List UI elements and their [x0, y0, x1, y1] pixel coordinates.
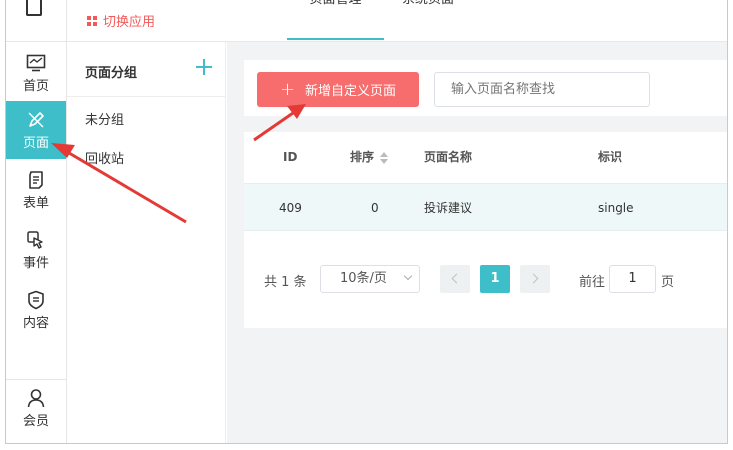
goto-label: 前往	[579, 275, 606, 290]
shield-doc-icon	[28, 290, 44, 310]
group-item-ungrouped[interactable]: 未分组	[85, 109, 124, 128]
add-group-icon[interactable]	[195, 58, 213, 76]
nav-item-events[interactable]: 事件	[6, 221, 66, 279]
form-icon	[29, 171, 43, 189]
total-count: 共 1 条	[264, 275, 307, 290]
chevron-down-icon	[403, 271, 413, 281]
touch-icon	[27, 231, 43, 249]
cell-order: 0	[371, 201, 379, 215]
apps-grid-icon	[87, 15, 97, 26]
app-logo-area	[6, 0, 66, 42]
switch-app-label: 切换应用	[103, 15, 156, 30]
app-logo-icon	[26, 0, 42, 16]
toolbar: + 新增自定义页面	[244, 60, 727, 116]
pages-table: ID 排序 页面名称 标识 409 0 投诉建议 single 共 1 条 10…	[244, 132, 727, 328]
nav-item-members[interactable]: 会员	[6, 379, 66, 443]
add-button-label: 新增自定义页面	[305, 84, 397, 99]
nav-item-label: 首页	[22, 79, 49, 94]
app-window: 首页 页面 表单 事件 内容 会员 切换应用 页面分组 未分组 回收站 + 新增…	[5, 0, 728, 444]
page-unit-label: 页	[661, 275, 675, 290]
pagination: 共 1 条 10条/页 1 前往 1 页	[244, 265, 727, 295]
nav-item-label: 页面	[22, 136, 49, 151]
group-item-recycle-bin[interactable]: 回收站	[85, 148, 124, 167]
table-row[interactable]: 409 0 投诉建议 single	[244, 183, 727, 231]
dashboard-icon	[26, 54, 46, 72]
sort-icon[interactable]	[380, 151, 389, 164]
nav-item-pages[interactable]: 页面	[6, 101, 66, 159]
add-custom-page-button[interactable]: + 新增自定义页面	[257, 72, 419, 107]
cell-name: 投诉建议	[424, 201, 473, 215]
page-size-value: 10条/页	[340, 271, 387, 286]
main-nav: 首页 页面 表单 事件 内容 会员	[6, 0, 67, 443]
prev-page-button[interactable]	[440, 265, 470, 293]
top-header: 切换应用 页面管理 系统页面	[67, 0, 727, 42]
edit-pen-icon	[28, 112, 44, 128]
column-header-name: 页面名称	[424, 150, 473, 164]
plus-icon: +	[279, 78, 296, 100]
nav-item-content[interactable]: 内容	[6, 281, 66, 339]
tab-system-pages[interactable]: 系统页面	[402, 0, 454, 32]
column-header-label: 排序	[350, 150, 375, 164]
cell-id: 409	[279, 201, 302, 215]
nav-item-label: 表单	[22, 196, 49, 211]
nav-item-label: 内容	[22, 316, 49, 331]
page-size-select[interactable]: 10条/页	[320, 265, 420, 293]
nav-item-home[interactable]: 首页	[6, 44, 66, 102]
column-header-order[interactable]: 排序	[350, 132, 389, 182]
group-panel-header: 页面分组	[67, 42, 225, 97]
switch-app-link[interactable]: 切换应用	[87, 11, 155, 30]
goto-page-input[interactable]: 1	[609, 265, 656, 293]
nav-item-forms[interactable]: 表单	[6, 161, 66, 219]
main-content: + 新增自定义页面 ID 排序 页面名称 标识 409 0 投诉建议 singl…	[227, 42, 727, 443]
page-group-panel: 页面分组 未分组 回收站	[67, 42, 226, 443]
next-page-button[interactable]	[520, 265, 550, 293]
nav-item-label: 事件	[22, 256, 49, 271]
tab-page-management[interactable]: 页面管理	[287, 0, 384, 40]
user-icon	[27, 389, 45, 408]
nav-item-label: 会员	[22, 414, 49, 429]
column-header-id: ID	[283, 150, 298, 164]
cell-key: single	[598, 201, 634, 215]
page-search-input[interactable]	[434, 72, 650, 107]
page-number-current[interactable]: 1	[480, 265, 510, 293]
group-panel-title: 页面分组	[85, 66, 138, 81]
column-header-key: 标识	[598, 150, 623, 164]
